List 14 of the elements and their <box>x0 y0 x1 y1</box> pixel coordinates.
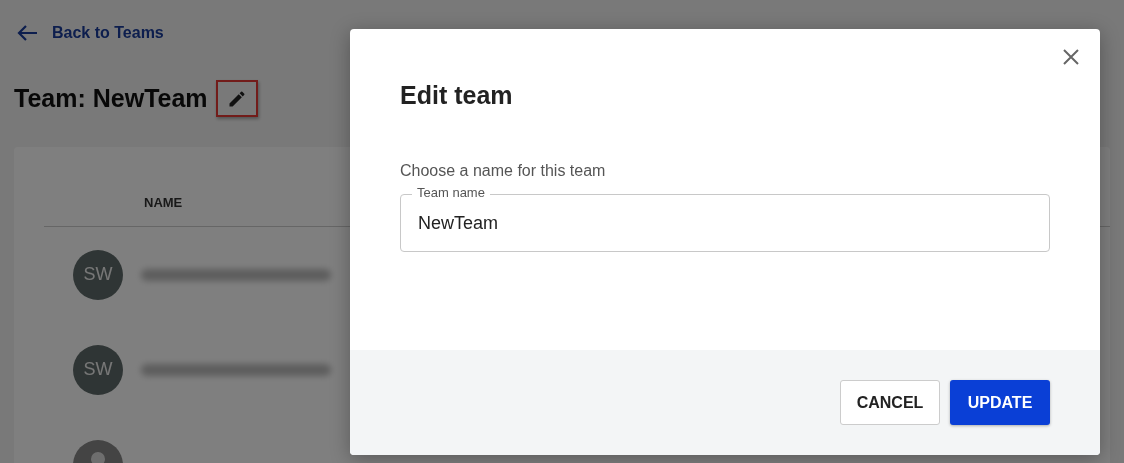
avatar: SW <box>73 249 123 300</box>
back-arrow-icon <box>16 24 38 42</box>
field-label: Team name <box>412 185 490 200</box>
back-link[interactable]: Back to Teams <box>14 24 164 42</box>
dialog-title: Edit team <box>400 81 514 110</box>
avatar: SW <box>73 344 123 395</box>
page-title: Team: NewTeam <box>14 84 208 113</box>
dialog-prompt: Choose a name for this team <box>400 162 607 180</box>
edit-button[interactable] <box>215 80 258 117</box>
column-header: NAME <box>144 195 183 210</box>
close-icon <box>1063 49 1079 65</box>
cancel-button[interactable]: CANCEL <box>840 380 940 425</box>
update-button[interactable]: UPDATE <box>950 380 1050 425</box>
close-button[interactable] <box>1062 48 1080 66</box>
